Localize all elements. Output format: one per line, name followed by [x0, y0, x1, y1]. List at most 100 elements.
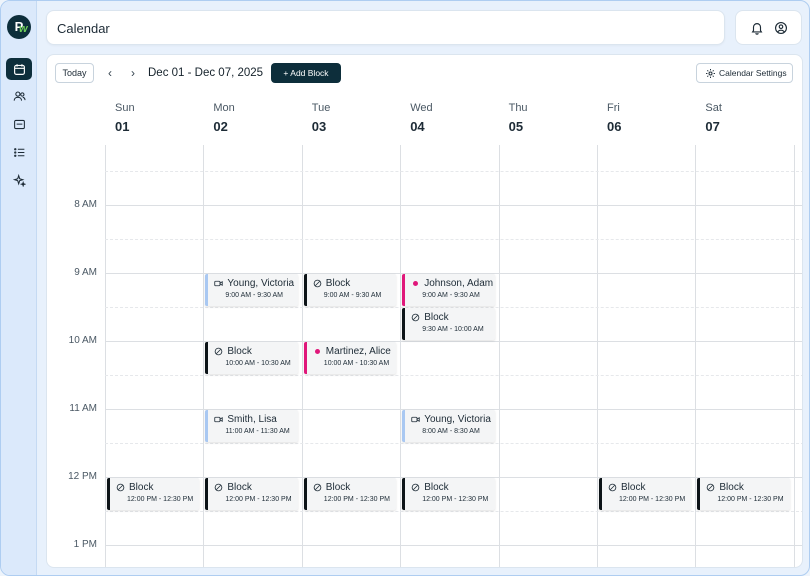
- calendar-event[interactable]: Block 12:00 PM - 12:30 PM: [205, 478, 298, 510]
- grid-column-line: [400, 145, 402, 567]
- event-time: 9:00 AM - 9:30 AM: [422, 292, 480, 299]
- hour-label: 11 AM: [69, 403, 97, 414]
- hour-label: 9 AM: [74, 267, 97, 278]
- event-title-row: Block: [411, 482, 449, 493]
- event-time: 9:30 AM - 10:00 AM: [422, 326, 484, 333]
- day-date: 03: [311, 119, 327, 134]
- day-date: 02: [213, 119, 228, 134]
- event-title: Block: [325, 278, 351, 289]
- day-header-wed[interactable]: Wed 04: [400, 102, 498, 134]
- event-title-row: Block: [313, 482, 350, 493]
- calendar-event[interactable]: Young, Victoria 8:00 AM - 8:30 AM: [402, 410, 495, 442]
- event-title: Block: [621, 482, 646, 493]
- today-button[interactable]: Today: [55, 63, 94, 83]
- week-grid[interactable]: 7 AM8 AM9 AM10 AM11 AM12 PM1 PMYoung, Vi…: [47, 145, 802, 567]
- day-header-tue[interactable]: Tue 03: [302, 102, 400, 134]
- day-date: 01: [115, 119, 130, 134]
- event-title-row: Block: [214, 346, 252, 357]
- blocked-icon: [215, 347, 223, 356]
- day-name: Thu: [508, 102, 528, 114]
- event-time: 12:00 PM - 12:30 PM: [717, 496, 784, 503]
- half-hour-line: [105, 511, 802, 512]
- sidebar-item-users[interactable]: [6, 85, 32, 107]
- blocked-icon: [707, 483, 715, 492]
- event-time: 12:00 PM - 12:30 PM: [225, 496, 292, 503]
- grid-column-line: [597, 145, 598, 567]
- calendar-event[interactable]: Young, Victoria 9:00 AM - 9:30 AM: [205, 274, 298, 306]
- blocked-icon: [215, 483, 223, 492]
- calendar-settings-button[interactable]: Calendar Settings: [696, 63, 793, 83]
- day-header-sun[interactable]: Sun 01: [105, 102, 203, 134]
- day-name: Wed: [410, 102, 433, 114]
- day-header-thu[interactable]: Thu 05: [499, 102, 597, 134]
- hour-line: [105, 545, 802, 546]
- calendar-event[interactable]: Block 10:00 AM - 10:30 AM: [205, 342, 298, 374]
- blocked-icon: [411, 313, 420, 322]
- day-header-fri[interactable]: Fri 06: [597, 102, 695, 134]
- app-logo[interactable]: Pw: [7, 15, 31, 39]
- account-icon[interactable]: [774, 21, 788, 35]
- event-time: 9:00 AM - 9:30 AM: [225, 292, 283, 299]
- event-time: 10:00 AM - 10:30 AM: [323, 360, 390, 367]
- calendar-event[interactable]: Block 12:00 PM - 12:30 PM: [697, 478, 790, 510]
- calendar-event[interactable]: Block 12:00 PM - 12:30 PM: [107, 478, 200, 510]
- calendar-event[interactable]: Johnson, Adam 9:00 AM - 9:30 AM: [402, 274, 495, 306]
- blocked-icon: [313, 279, 322, 288]
- sidebar-item-calendar[interactable]: [6, 58, 32, 80]
- grid-column-line: [105, 145, 106, 567]
- day-header-sat[interactable]: Sat 07: [695, 102, 793, 134]
- day-name: Sat: [705, 102, 722, 114]
- day-name: Tue: [311, 102, 331, 114]
- blocked-icon: [411, 483, 420, 492]
- event-title: Smith, Lisa: [227, 414, 277, 425]
- status-dot-icon: [314, 349, 320, 354]
- day-date: 07: [705, 119, 720, 134]
- header-actions: [735, 10, 802, 45]
- calendar-event[interactable]: Block 9:30 AM - 10:00 AM: [402, 308, 495, 340]
- sidebar-item-tasks[interactable]: [6, 141, 32, 163]
- sidebar-item-messages[interactable]: [6, 113, 32, 135]
- half-hour-line: [105, 375, 802, 376]
- day-header-mon[interactable]: Mon 02: [203, 102, 301, 134]
- status-dot-icon: [413, 281, 419, 286]
- blocked-icon: [313, 483, 322, 492]
- list-icon: [13, 147, 24, 157]
- add-block-button[interactable]: + Add Block: [271, 63, 341, 83]
- event-time: 11:00 AM - 11:30 AM: [225, 428, 290, 435]
- gear-icon: [706, 69, 715, 78]
- next-week-button[interactable]: ›: [126, 65, 140, 81]
- sidebar-item-ai[interactable]: [6, 169, 32, 191]
- event-title: Young, Victoria: [227, 278, 295, 289]
- calendar-event[interactable]: Smith, Lisa 11:00 AM - 11:30 AM: [205, 410, 298, 442]
- day-date: 06: [607, 119, 622, 134]
- event-time: 9:00 AM - 9:30 AM: [323, 292, 382, 299]
- event-title: Johnson, Adam: [424, 278, 494, 289]
- calendar-event[interactable]: Block 9:00 AM - 9:30 AM: [303, 274, 397, 306]
- event-title-row: Block: [706, 482, 744, 493]
- half-hour-line: [105, 443, 802, 444]
- calendar-icon: [13, 63, 25, 75]
- half-hour-line: [105, 171, 802, 172]
- calendar-event[interactable]: Martinez, Alice 10:00 AM - 10:30 AM: [303, 342, 397, 374]
- event-title-row: Young, Victoria: [214, 278, 294, 289]
- grid-column-line: [203, 145, 205, 567]
- calendar-event[interactable]: Block 12:00 PM - 12:30 PM: [599, 478, 692, 510]
- event-time: 12:00 PM - 12:30 PM: [422, 496, 489, 503]
- event-title-row: Young, Victoria: [411, 414, 491, 425]
- day-name: Mon: [213, 102, 235, 114]
- hour-label: 1 PM: [73, 539, 97, 550]
- event-title: Block: [424, 482, 449, 493]
- hour-line: [105, 205, 802, 206]
- bell-icon[interactable]: [750, 21, 764, 35]
- event-title-row: Martinez, Alice: [313, 346, 391, 357]
- prev-week-button[interactable]: ‹: [103, 65, 117, 81]
- event-title-row: Block: [214, 482, 252, 493]
- video-icon: [214, 416, 224, 423]
- event-title: Block: [719, 482, 744, 493]
- blocked-icon: [116, 483, 125, 492]
- event-title-row: Johnson, Adam: [411, 278, 493, 289]
- calendar-event[interactable]: Block 12:00 PM - 12:30 PM: [303, 478, 397, 510]
- event-title: Block: [227, 346, 252, 357]
- day-name: Sun: [115, 102, 135, 114]
- calendar-event[interactable]: Block 12:00 PM - 12:30 PM: [402, 478, 495, 510]
